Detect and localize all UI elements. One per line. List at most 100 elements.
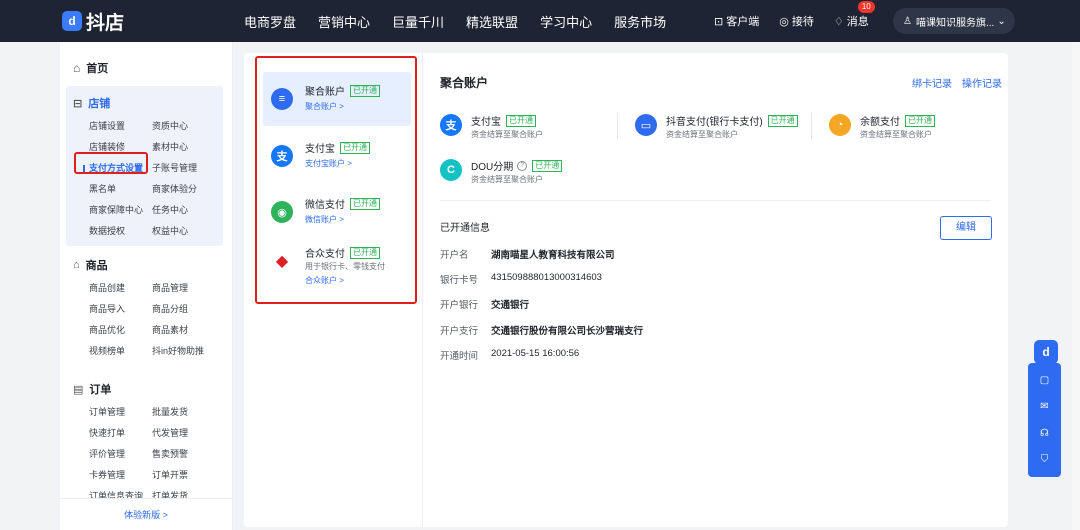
floating-toolbar: ▢ ✉ ☊ ⛉: [1028, 363, 1061, 477]
info-label: 开户支行: [440, 326, 479, 337]
account-item-aggregate[interactable]: ≡ 聚合账户 已开通 聚合账户 >: [263, 72, 411, 126]
aggregate-account-icon: ≡: [271, 88, 293, 110]
account-list: ≡ 聚合账户 已开通 聚合账户 > 支 支付宝 已开通 支付宝账户 > ◉ 微信…: [255, 56, 417, 304]
status-badge: 已开通: [350, 84, 380, 97]
method-description: 资金结算至聚合账户: [471, 175, 543, 184]
sidebar-item-sale-alert[interactable]: 售卖预警: [152, 444, 222, 465]
messages-label: 消息: [846, 16, 869, 28]
alipay-icon: 支: [440, 114, 462, 136]
sidebar-item-coupon-manage[interactable]: 卡券管理: [89, 465, 152, 486]
dou-installment-icon: C: [440, 159, 462, 181]
sidebar-item-douin-boost[interactable]: 抖in好物助推: [152, 341, 222, 362]
topnav-learning[interactable]: 学习中心: [540, 12, 592, 31]
main-panel: ≡ 聚合账户 已开通 聚合账户 > 支 支付宝 已开通 支付宝账户 > ◉ 微信…: [244, 53, 1008, 527]
topnav-compass[interactable]: 电商罗盘: [244, 12, 296, 31]
sidebar-item-goods-optimize[interactable]: 商品优化: [89, 320, 152, 341]
sidebar-item-goods-create[interactable]: 商品创建: [89, 278, 152, 299]
edit-button[interactable]: 编辑: [940, 216, 992, 240]
info-row-open-time: 开通时间 2021-05-15 16:00:56: [440, 348, 579, 362]
book-icon[interactable]: ▢: [1040, 375, 1049, 386]
sidebar-item-invoice[interactable]: 订单开票: [152, 465, 222, 486]
sidebar-item-rights-center[interactable]: 权益中心: [152, 221, 222, 242]
scrollbar[interactable]: [1072, 42, 1080, 530]
account-description: 用于银行卡、零钱支付: [305, 262, 385, 271]
info-label: 开户银行: [440, 300, 479, 311]
mail-icon[interactable]: ✉: [1040, 401, 1048, 412]
topnav-qianchuan[interactable]: 巨量千川: [392, 12, 444, 31]
sidebar-item-merchant-score[interactable]: 商家体验分: [152, 179, 222, 200]
sidebar-item-home[interactable]: ⌂ 首页: [73, 60, 108, 76]
info-row-branch: 开户支行 交通银行股份有限公司长沙营瑞支行: [440, 323, 643, 337]
floating-logo-icon[interactable]: d: [1034, 340, 1058, 364]
sidebar-store-title: 店铺: [88, 98, 111, 110]
sidebar-orders-header[interactable]: ▤ 订单: [73, 380, 223, 398]
sidebar-item-goods-material[interactable]: 商品素材: [152, 320, 222, 341]
account-link[interactable]: 微信账户 >: [305, 214, 344, 225]
record-links: 绑卡记录 操作记录: [902, 75, 1002, 90]
account-title: 支付宝: [305, 144, 335, 155]
panel-divider: [422, 53, 423, 527]
sidebar-item-batch-ship[interactable]: 批量发货: [152, 402, 222, 423]
sidebar-item-goods-import[interactable]: 商品导入: [89, 299, 152, 320]
user-menu[interactable]: ♙ 喵课知识服务旗... ⌄: [893, 8, 1015, 34]
home-icon: ⌂: [73, 61, 81, 75]
account-title-row: 支付宝 已开通: [305, 140, 370, 155]
sidebar-item-guarantee-center[interactable]: 商家保障中心: [89, 200, 152, 221]
sidebar-item-store-settings[interactable]: 店铺设置: [89, 116, 152, 137]
sidebar-item-order-manage[interactable]: 订单管理: [89, 402, 152, 423]
sidebar-item-material-center[interactable]: 素材中心: [152, 137, 222, 158]
shield-icon[interactable]: ⛉: [1041, 454, 1049, 465]
sidebar-item-blacklist[interactable]: 黑名单: [89, 179, 152, 200]
topnav-marketing[interactable]: 营销中心: [318, 12, 370, 31]
support-icon[interactable]: ☊: [1040, 428, 1049, 439]
top-right-tools: ⊡ 客户端 ◎ 接待 ♢ 消息 10: [714, 0, 889, 42]
sidebar-item-quick-print[interactable]: 快速打单: [89, 423, 152, 444]
info-label: 银行卡号: [440, 275, 479, 286]
method-title: 抖音支付(银行卡支付): [666, 117, 763, 128]
info-value: 交通银行股份有限公司长沙营瑞支行: [491, 326, 644, 337]
wechat-pay-icon: ◉: [271, 201, 293, 223]
account-link[interactable]: 支付宝账户 >: [305, 158, 352, 169]
method-description: 资金结算至聚合账户: [666, 130, 738, 139]
account-item-wechat[interactable]: ◉ 微信支付 已开通 微信账户 >: [263, 185, 411, 239]
status-badge: 已开通: [905, 114, 935, 127]
sidebar-item-sub-accounts[interactable]: 子账号管理: [152, 158, 222, 179]
sidebar-home-label: 首页: [86, 63, 109, 75]
sidebar-item-dropship[interactable]: 代发管理: [152, 423, 222, 444]
reception-button[interactable]: ◎ 接待: [779, 13, 814, 29]
try-new-version-link[interactable]: 体验新版 >: [60, 498, 232, 530]
info-row-card-number: 银行卡号 431509888013000314603: [440, 272, 602, 286]
goods-icon: ⌂: [73, 259, 80, 271]
sidebar-item-goods-manage[interactable]: 商品管理: [152, 278, 222, 299]
account-item-hezhong[interactable]: ◆ 合众支付 已开通 用于银行卡、零钱支付 合众账户 >: [263, 234, 411, 296]
messages-button[interactable]: ♢ 消息 10: [834, 1, 875, 29]
topnav-service-market[interactable]: 服务市场: [614, 12, 666, 31]
sidebar-item-qualification[interactable]: 资质中心: [152, 116, 222, 137]
client-button[interactable]: ⊡ 客户端: [714, 13, 759, 29]
account-link[interactable]: 合众账户 >: [305, 275, 344, 286]
messages-badge: 10: [857, 1, 875, 13]
help-icon[interactable]: ?: [517, 160, 528, 171]
account-link[interactable]: 聚合账户 >: [305, 101, 344, 112]
sidebar-item-review-manage[interactable]: 评价管理: [89, 444, 152, 465]
section-divider: [440, 200, 991, 201]
opened-info-title: 已开通信息: [440, 223, 490, 234]
sidebar-store-header[interactable]: ⊟ 店铺: [73, 94, 223, 112]
sidebar-item-task-center[interactable]: 任务中心: [152, 200, 222, 221]
sidebar-item-data-auth[interactable]: 数据授权: [89, 221, 152, 242]
account-item-alipay[interactable]: 支 支付宝 已开通 支付宝账户 >: [263, 129, 411, 183]
order-icon: ▤: [73, 383, 84, 396]
operation-record-link[interactable]: 操作记录: [962, 75, 1002, 90]
store-icon: ⊟: [73, 97, 83, 110]
info-value: 湖南喵星人教育科技有限公司: [491, 250, 615, 261]
sidebar-goods-header[interactable]: ⌂ 商品: [73, 256, 223, 274]
account-title-row: 合众支付 已开通: [305, 245, 380, 260]
topnav-alliance[interactable]: 精选联盟: [466, 12, 518, 31]
sidebar-item-video-rank[interactable]: 视频榜单: [89, 341, 152, 362]
card-binding-record-link[interactable]: 绑卡记录: [912, 75, 952, 90]
method-title-row: DOU分期 ? 已开通: [471, 158, 563, 173]
method-dou-installment: C DOU分期 ? 已开通 资金结算至聚合账户: [440, 156, 620, 186]
logo[interactable]: d 抖店: [62, 8, 124, 35]
logo-icon: d: [62, 11, 82, 31]
sidebar-item-goods-group[interactable]: 商品分组: [152, 299, 222, 320]
